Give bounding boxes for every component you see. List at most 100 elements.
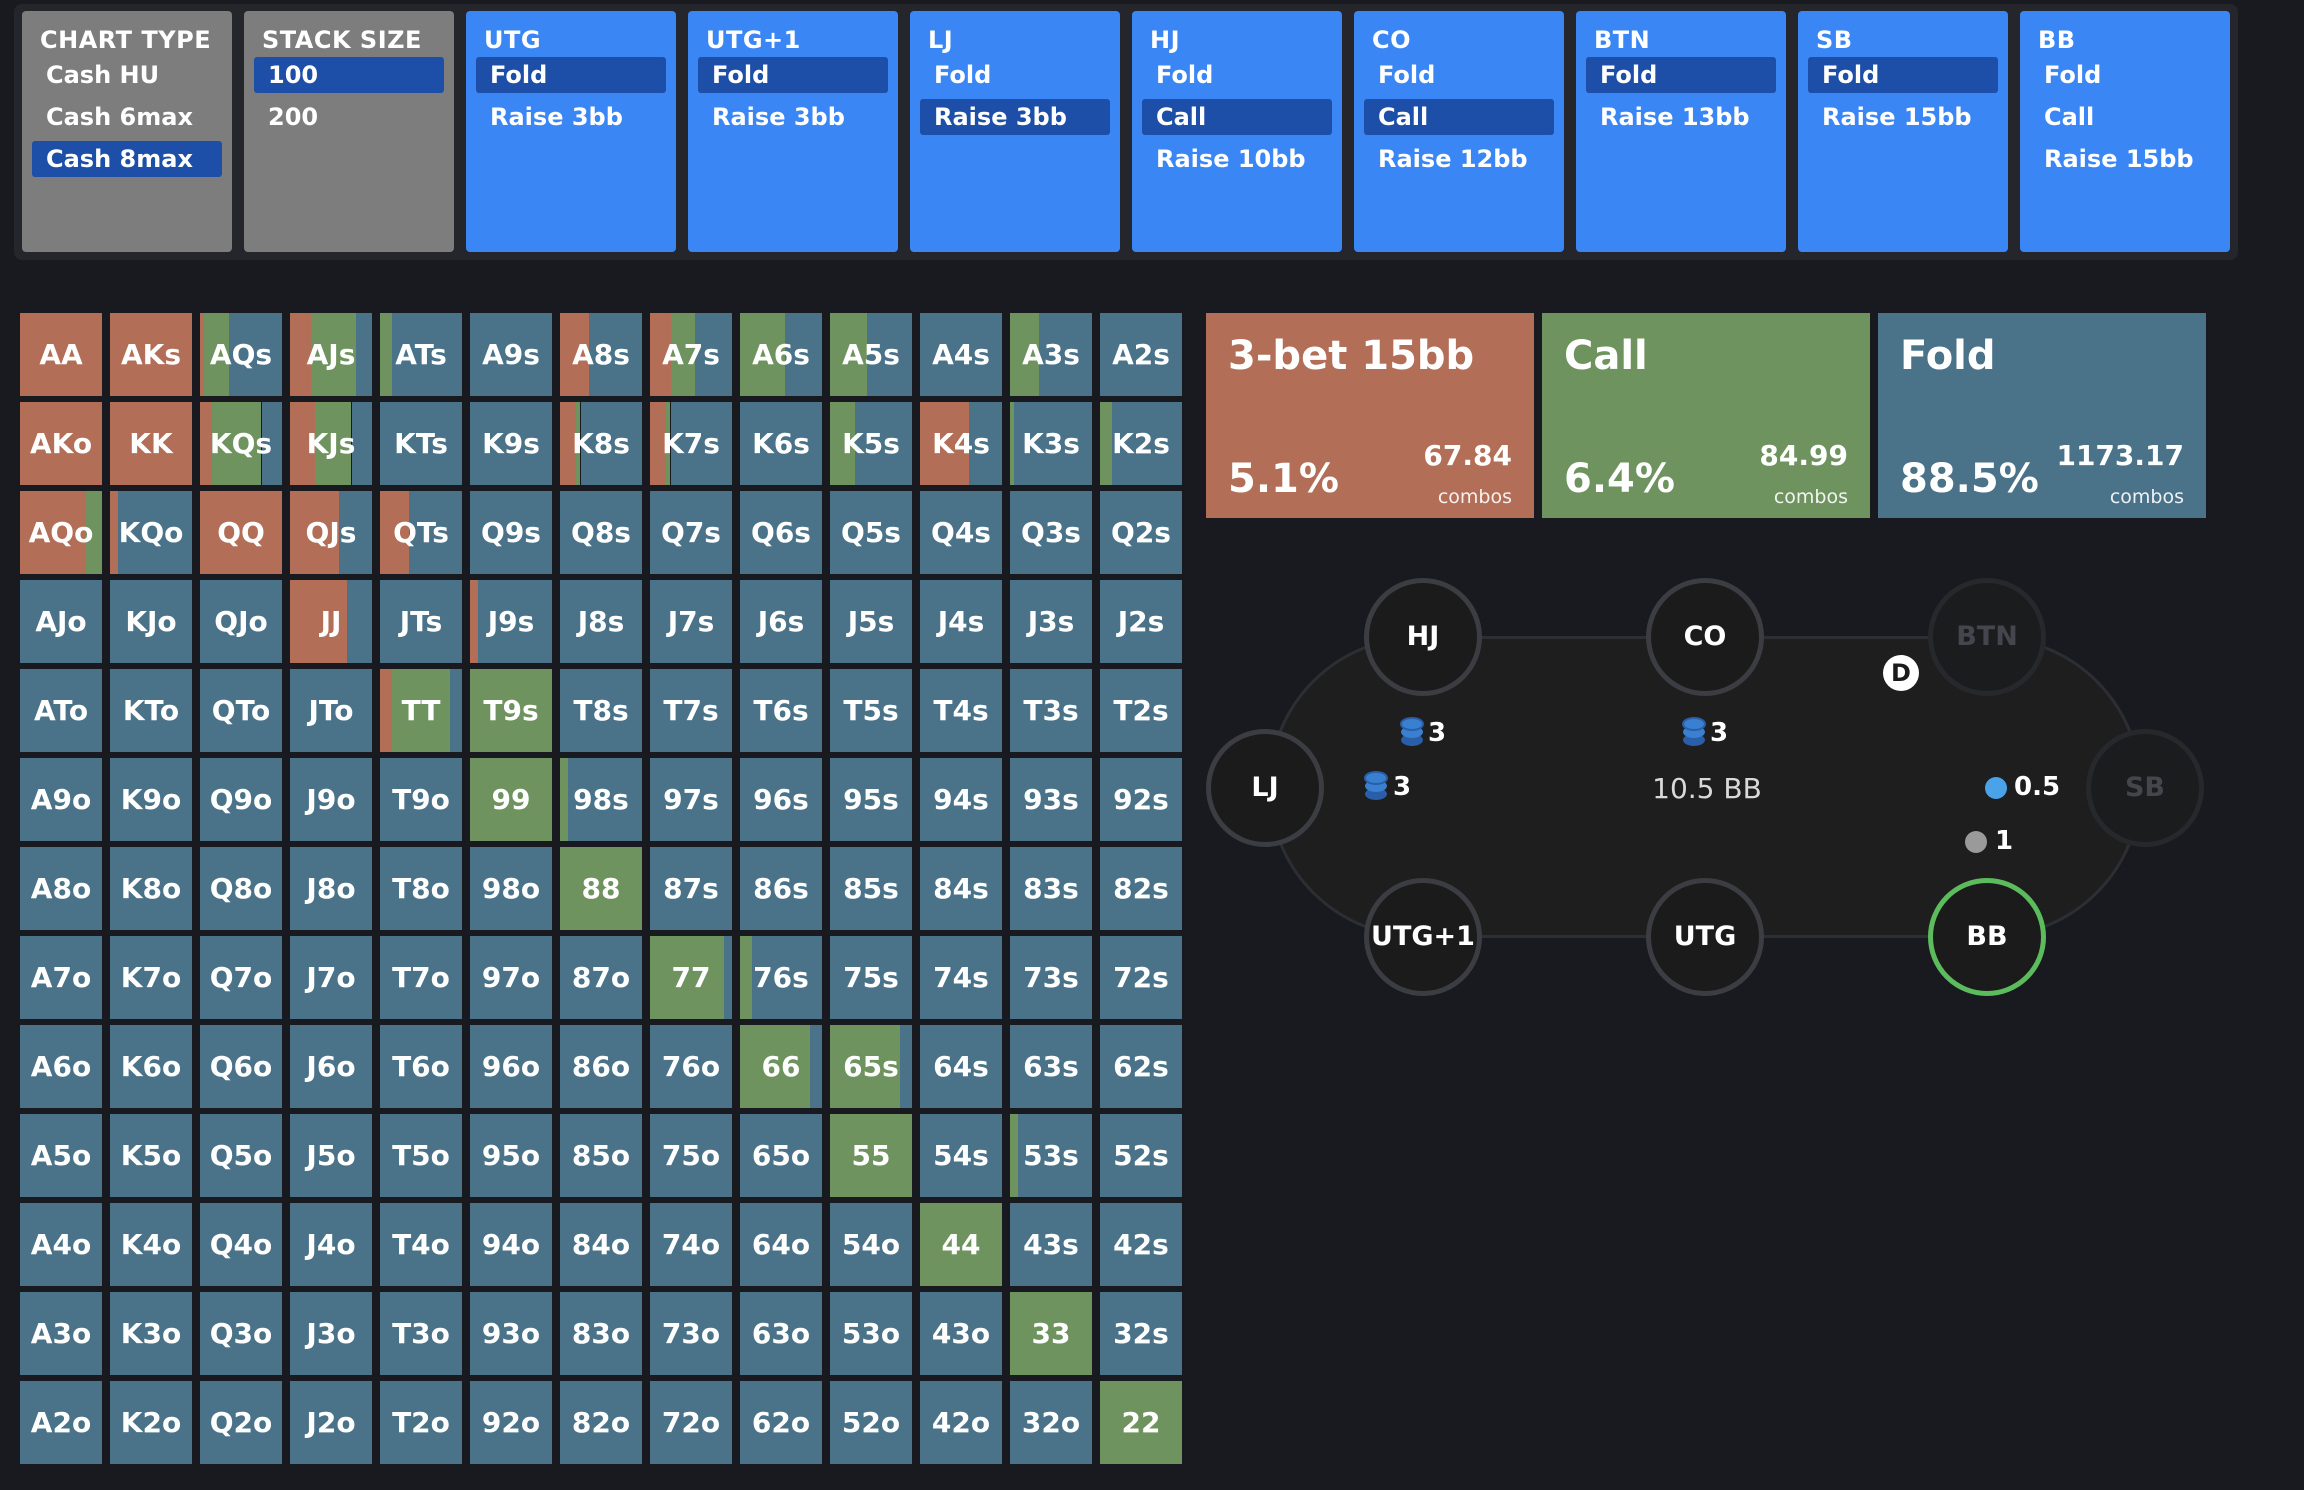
hand-cell[interactable]: 77 bbox=[650, 936, 732, 1019]
selector-option[interactable]: Raise 13bb bbox=[1586, 99, 1776, 135]
hand-cell[interactable]: 94s bbox=[920, 758, 1002, 841]
hand-cell[interactable]: K3o bbox=[110, 1292, 192, 1375]
hand-cell[interactable]: QJo bbox=[200, 580, 282, 663]
hand-cell[interactable]: T5s bbox=[830, 669, 912, 752]
hand-cell[interactable]: T8o bbox=[380, 847, 462, 930]
hand-cell[interactable]: Q7o bbox=[200, 936, 282, 1019]
hand-cell[interactable]: 62s bbox=[1100, 1025, 1182, 1108]
hand-cell[interactable]: 85o bbox=[560, 1114, 642, 1197]
hand-cell[interactable]: J9s bbox=[470, 580, 552, 663]
hand-cell[interactable]: A5o bbox=[20, 1114, 102, 1197]
hand-cell[interactable]: 64s bbox=[920, 1025, 1002, 1108]
hand-cell[interactable]: Q5o bbox=[200, 1114, 282, 1197]
hand-cell[interactable]: 64o bbox=[740, 1203, 822, 1286]
selector-option[interactable]: 200 bbox=[254, 99, 444, 135]
hand-cell[interactable]: KTs bbox=[380, 402, 462, 485]
hand-cell[interactable]: A3s bbox=[1010, 313, 1092, 396]
hand-cell[interactable]: 76s bbox=[740, 936, 822, 1019]
hand-cell[interactable]: 54s bbox=[920, 1114, 1002, 1197]
hand-cell[interactable]: 42s bbox=[1100, 1203, 1182, 1286]
hand-cell[interactable]: 98o bbox=[470, 847, 552, 930]
hand-cell[interactable]: T9s bbox=[470, 669, 552, 752]
hand-cell[interactable]: 53o bbox=[830, 1292, 912, 1375]
seat-hj[interactable]: HJ bbox=[1364, 578, 1482, 696]
hand-cell[interactable]: Q2o bbox=[200, 1381, 282, 1464]
hand-cell[interactable]: J4o bbox=[290, 1203, 372, 1286]
selector-option[interactable]: Cash 6max bbox=[32, 99, 222, 135]
hand-cell[interactable]: J5s bbox=[830, 580, 912, 663]
hand-cell[interactable]: QTo bbox=[200, 669, 282, 752]
hand-cell[interactable]: QJs bbox=[290, 491, 372, 574]
hand-cell[interactable]: K8o bbox=[110, 847, 192, 930]
hand-cell[interactable]: 92o bbox=[470, 1381, 552, 1464]
hand-cell[interactable]: 94o bbox=[470, 1203, 552, 1286]
hand-cell[interactable]: A8o bbox=[20, 847, 102, 930]
hand-cell[interactable]: 75s bbox=[830, 936, 912, 1019]
hand-cell[interactable]: Q6s bbox=[740, 491, 822, 574]
selector-option[interactable]: Fold bbox=[476, 57, 666, 93]
hand-cell[interactable]: K7o bbox=[110, 936, 192, 1019]
selector-option[interactable]: Fold bbox=[1142, 57, 1332, 93]
hand-cell[interactable]: Q4o bbox=[200, 1203, 282, 1286]
hand-cell[interactable]: J9o bbox=[290, 758, 372, 841]
hand-cell[interactable]: J3s bbox=[1010, 580, 1092, 663]
seat-bb[interactable]: BB bbox=[1928, 878, 2046, 996]
hand-cell[interactable]: K4s bbox=[920, 402, 1002, 485]
hand-cell[interactable]: K2o bbox=[110, 1381, 192, 1464]
seat-utg1[interactable]: UTG+1 bbox=[1364, 878, 1482, 996]
hand-cell[interactable]: 55 bbox=[830, 1114, 912, 1197]
hand-cell[interactable]: 33 bbox=[1010, 1292, 1092, 1375]
hand-cell[interactable]: J2s bbox=[1100, 580, 1182, 663]
hand-cell[interactable]: Q8o bbox=[200, 847, 282, 930]
hand-cell[interactable]: Q9s bbox=[470, 491, 552, 574]
hand-cell[interactable]: K6o bbox=[110, 1025, 192, 1108]
hand-cell[interactable]: J7o bbox=[290, 936, 372, 1019]
hand-cell[interactable]: 52s bbox=[1100, 1114, 1182, 1197]
hand-cell[interactable]: 66 bbox=[740, 1025, 822, 1108]
hand-cell[interactable]: K7s bbox=[650, 402, 732, 485]
seat-co[interactable]: CO bbox=[1646, 578, 1764, 696]
hand-cell[interactable]: 95s bbox=[830, 758, 912, 841]
hand-cell[interactable]: J7s bbox=[650, 580, 732, 663]
selector-option[interactable]: Fold bbox=[698, 57, 888, 93]
hand-cell[interactable]: Q4s bbox=[920, 491, 1002, 574]
seat-utg[interactable]: UTG bbox=[1646, 878, 1764, 996]
selector-option[interactable]: Call bbox=[2030, 99, 2220, 135]
hand-cell[interactable]: 82o bbox=[560, 1381, 642, 1464]
hand-cell[interactable]: K5s bbox=[830, 402, 912, 485]
hand-cell[interactable]: T4o bbox=[380, 1203, 462, 1286]
hand-cell[interactable]: ATo bbox=[20, 669, 102, 752]
hand-cell[interactable]: J2o bbox=[290, 1381, 372, 1464]
hand-cell[interactable]: 63o bbox=[740, 1292, 822, 1375]
hand-cell[interactable]: Q9o bbox=[200, 758, 282, 841]
hand-cell[interactable]: 93o bbox=[470, 1292, 552, 1375]
hand-cell[interactable]: 52o bbox=[830, 1381, 912, 1464]
hand-cell[interactable]: JJ bbox=[290, 580, 372, 663]
hand-cell[interactable]: 74s bbox=[920, 936, 1002, 1019]
hand-cell[interactable]: Q6o bbox=[200, 1025, 282, 1108]
hand-cell[interactable]: 86s bbox=[740, 847, 822, 930]
hand-cell[interactable]: T8s bbox=[560, 669, 642, 752]
hand-cell[interactable]: AQs bbox=[200, 313, 282, 396]
hand-cell[interactable]: T6o bbox=[380, 1025, 462, 1108]
selector-option[interactable]: Raise 3bb bbox=[920, 99, 1110, 135]
hand-cell[interactable]: A9o bbox=[20, 758, 102, 841]
hand-cell[interactable]: A5s bbox=[830, 313, 912, 396]
hand-cell[interactable]: K8s bbox=[560, 402, 642, 485]
selector-option[interactable]: Fold bbox=[1364, 57, 1554, 93]
hand-cell[interactable]: A6s bbox=[740, 313, 822, 396]
hand-cell[interactable]: Q2s bbox=[1100, 491, 1182, 574]
hand-cell[interactable]: QQ bbox=[200, 491, 282, 574]
hand-cell[interactable]: J8s bbox=[560, 580, 642, 663]
hand-cell[interactable]: AJo bbox=[20, 580, 102, 663]
hand-cell[interactable]: 54o bbox=[830, 1203, 912, 1286]
hand-cell[interactable]: 75o bbox=[650, 1114, 732, 1197]
selector-option[interactable]: Raise 10bb bbox=[1142, 141, 1332, 177]
hand-cell[interactable]: A2s bbox=[1100, 313, 1182, 396]
hand-cell[interactable]: 63s bbox=[1010, 1025, 1092, 1108]
hand-cell[interactable]: 72s bbox=[1100, 936, 1182, 1019]
seat-sb[interactable]: SB bbox=[2086, 729, 2204, 847]
hand-cell[interactable]: 73s bbox=[1010, 936, 1092, 1019]
hand-cell[interactable]: 97s bbox=[650, 758, 732, 841]
hand-cell[interactable]: 85s bbox=[830, 847, 912, 930]
